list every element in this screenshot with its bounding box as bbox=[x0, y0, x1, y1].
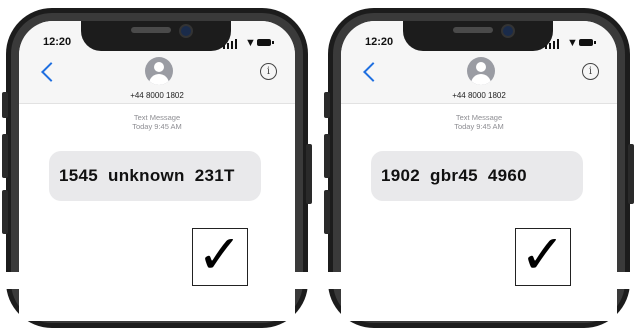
info-icon[interactable]: i bbox=[582, 63, 599, 80]
volume-up-button bbox=[324, 134, 330, 178]
speaker-grille bbox=[131, 27, 171, 33]
message-text: 1902 gbr45 4960 bbox=[381, 166, 527, 185]
camera-icon bbox=[179, 24, 193, 38]
status-icons: ▼ bbox=[545, 37, 599, 49]
volume-down-button bbox=[324, 190, 330, 234]
checkmark-box: ✓ bbox=[192, 223, 248, 286]
mute-switch bbox=[324, 92, 330, 118]
mute-switch bbox=[2, 92, 8, 118]
battery-icon bbox=[579, 39, 596, 46]
notch bbox=[403, 21, 553, 51]
message-text: 1545 unknown 231T bbox=[59, 166, 235, 185]
avatar-icon[interactable] bbox=[467, 57, 495, 85]
wifi-icon: ▼ bbox=[245, 37, 256, 49]
speaker-grille bbox=[453, 27, 493, 33]
message-bubble[interactable]: 1902 gbr45 4960 bbox=[371, 151, 583, 201]
info-icon[interactable]: i bbox=[260, 63, 277, 80]
message-time: Today 9:45 AM bbox=[132, 122, 182, 131]
message-label: Text Message bbox=[455, 113, 503, 122]
conversation-header: 12:20 ▼ +44 8000 1802 i bbox=[19, 21, 295, 104]
back-icon[interactable] bbox=[41, 62, 61, 82]
message-label: Text Message bbox=[133, 113, 181, 122]
checkmark-icon: ✓ bbox=[520, 223, 566, 286]
battery-icon bbox=[257, 39, 274, 46]
power-button bbox=[628, 144, 634, 204]
checkmark-box: ✓ bbox=[515, 223, 571, 286]
notch bbox=[81, 21, 231, 51]
message-meta: Text Message Today 9:45 AM bbox=[19, 113, 295, 131]
avatar-icon[interactable] bbox=[145, 57, 173, 85]
back-icon[interactable] bbox=[363, 62, 383, 82]
contact-number[interactable]: +44 8000 1802 bbox=[19, 91, 295, 100]
power-button bbox=[306, 144, 312, 204]
message-time: Today 9:45 AM bbox=[454, 122, 504, 131]
status-icons: ▼ bbox=[223, 37, 277, 49]
message-meta: Text Message Today 9:45 AM bbox=[341, 113, 617, 131]
checkmark-icon: ✓ bbox=[197, 223, 243, 286]
phone-left: 12:20 ▼ +44 8000 1802 i Text Message Tod… bbox=[0, 4, 320, 328]
volume-down-button bbox=[2, 190, 8, 234]
wifi-icon: ▼ bbox=[567, 37, 578, 49]
status-time: 12:20 bbox=[365, 36, 394, 48]
camera-icon bbox=[501, 24, 515, 38]
status-time: 12:20 bbox=[43, 36, 72, 48]
conversation-header: 12:20 ▼ +44 8000 1802 i bbox=[341, 21, 617, 104]
volume-up-button bbox=[2, 134, 8, 178]
contact-number[interactable]: +44 8000 1802 bbox=[341, 91, 617, 100]
phone-right: 12:20 ▼ +44 8000 1802 i Text Message Tod… bbox=[322, 4, 641, 328]
message-bubble[interactable]: 1545 unknown 231T bbox=[49, 151, 261, 201]
